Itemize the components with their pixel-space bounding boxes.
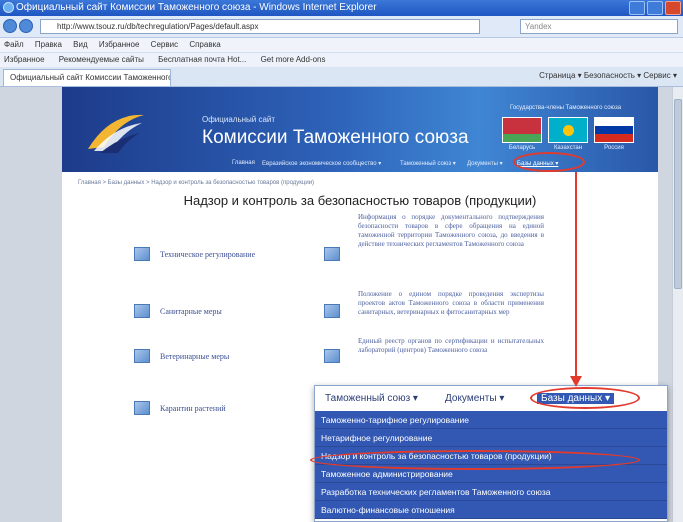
dropdown-item-tech-regulations[interactable]: Разработка технических регламентов Тамож… bbox=[315, 483, 667, 501]
annotation-ring bbox=[513, 152, 585, 172]
dropdown-item-non-tariff[interactable]: Нетарифное регулирование bbox=[315, 429, 667, 447]
menu-bar: Файл Правка Вид Избранное Сервис Справка bbox=[0, 38, 683, 52]
flag-caption: Казахстан bbox=[553, 145, 583, 151]
vertical-scrollbar[interactable] bbox=[672, 87, 683, 522]
minimize-button[interactable] bbox=[629, 1, 645, 15]
folder-icon bbox=[134, 247, 150, 261]
back-button[interactable] bbox=[3, 19, 17, 33]
belarus-flag-icon[interactable] bbox=[502, 117, 542, 143]
list-item-label: Карантин растений bbox=[160, 403, 226, 413]
site-title: Комиссии Таможенного союза bbox=[202, 127, 469, 148]
nav-customs-union[interactable]: Таможенный союз ▾ bbox=[400, 160, 456, 167]
scrollbar-thumb[interactable] bbox=[674, 99, 682, 289]
browser-tab[interactable]: Официальный сайт Комиссии Таможенного... bbox=[3, 69, 171, 86]
search-input[interactable]: Yandex bbox=[520, 19, 678, 34]
list-item-plant-quarantine[interactable]: Карантин растений bbox=[134, 401, 226, 415]
dropdown-item-customs-tariff[interactable]: Таможенно-тарифное регулирование bbox=[315, 411, 667, 429]
doc-icon-row[interactable] bbox=[324, 247, 350, 261]
document-description[interactable]: Положение о едином порядке проведения эк… bbox=[358, 290, 544, 317]
list-item-label: Санитарные меры bbox=[160, 306, 222, 316]
annotation-ring bbox=[310, 450, 640, 470]
list-item-sanitary[interactable]: Санитарные меры bbox=[134, 304, 222, 318]
flag-caption: Россия bbox=[604, 145, 624, 151]
document-description[interactable]: Информация о порядке документального под… bbox=[358, 213, 544, 249]
window-title: Официальный сайт Комиссии Таможенного со… bbox=[16, 2, 377, 13]
favorites-bar: Избранное Рекомендуемые сайты Бесплатная… bbox=[0, 52, 683, 67]
doc-icon-row[interactable] bbox=[324, 349, 350, 363]
folder-icon bbox=[134, 349, 150, 363]
window-titlebar: Официальный сайт Комиссии Таможенного со… bbox=[0, 0, 683, 16]
browser-icon bbox=[3, 2, 14, 13]
forward-button[interactable] bbox=[19, 19, 33, 33]
menu-item-help[interactable]: Справка bbox=[189, 40, 220, 49]
menu-item-tools[interactable]: Сервис bbox=[151, 40, 178, 49]
flag-caption: Беларусь bbox=[508, 145, 536, 151]
breadcrumb[interactable]: Главная > Базы данных > Надзор и контрол… bbox=[78, 180, 314, 186]
page-title: Надзор и контроль за безопасностью товар… bbox=[183, 193, 537, 208]
folder-icon bbox=[134, 304, 150, 318]
dropdown-item-currency-finance[interactable]: Валютно-финансовые отношения bbox=[315, 501, 667, 519]
address-bar: http://www.tsouz.ru/db/techregulation/Pa… bbox=[0, 16, 683, 38]
menu-item-edit[interactable]: Правка bbox=[35, 40, 62, 49]
document-icon bbox=[324, 247, 340, 261]
list-item-tech-regulation[interactable]: Техническое регулирование bbox=[134, 247, 255, 261]
menu-item-favorites[interactable]: Избранное bbox=[99, 40, 140, 49]
doc-icon-row[interactable] bbox=[324, 304, 350, 318]
zoom-nav-customs-union[interactable]: Таможенный союз ▾ bbox=[325, 393, 418, 404]
close-button[interactable] bbox=[665, 1, 681, 15]
menu-item-file[interactable]: Файл bbox=[4, 40, 24, 49]
nav-documents[interactable]: Документы ▾ bbox=[467, 160, 503, 167]
menu-item-view[interactable]: Вид bbox=[73, 40, 87, 49]
zoom-nav-documents[interactable]: Документы ▾ bbox=[445, 393, 504, 404]
site-kicker: Официальный сайт bbox=[202, 115, 276, 124]
list-item-label: Ветеринарные меры bbox=[160, 351, 230, 361]
kazakhstan-flag-icon[interactable] bbox=[548, 117, 588, 143]
favorite-link[interactable]: Рекомендуемые сайты bbox=[59, 55, 144, 64]
nav-home[interactable]: Главная bbox=[232, 160, 255, 166]
folder-icon bbox=[134, 401, 150, 415]
russia-flag-icon[interactable] bbox=[594, 117, 634, 143]
maximize-button[interactable] bbox=[647, 1, 663, 15]
flags-caption: Государства-члены Таможенного союза bbox=[510, 105, 622, 111]
list-item-label: Техническое регулирование bbox=[160, 249, 256, 259]
favorites-button[interactable]: Избранное bbox=[4, 55, 45, 64]
url-field[interactable]: http://www.tsouz.ru/db/techregulation/Pa… bbox=[40, 19, 480, 34]
tab-bar: Официальный сайт Комиссии Таможенного...… bbox=[0, 67, 683, 87]
site-logo[interactable] bbox=[80, 107, 150, 157]
annotation-ring bbox=[530, 387, 640, 409]
command-bar[interactable]: Страница ▾ Безопасность ▾ Сервис ▾ bbox=[539, 71, 677, 80]
favorite-link[interactable]: Get more Add-ons bbox=[261, 55, 326, 64]
document-icon bbox=[324, 349, 340, 363]
nav-eurasec[interactable]: Евразийское экономическое сообщество ▾ bbox=[262, 160, 381, 167]
document-description[interactable]: Единый реестр органов по сертификации и … bbox=[358, 337, 544, 355]
favorite-link[interactable]: Бесплатная почта Hot... bbox=[158, 55, 246, 64]
document-icon bbox=[324, 304, 340, 318]
list-item-veterinary[interactable]: Ветеринарные меры bbox=[134, 349, 229, 363]
